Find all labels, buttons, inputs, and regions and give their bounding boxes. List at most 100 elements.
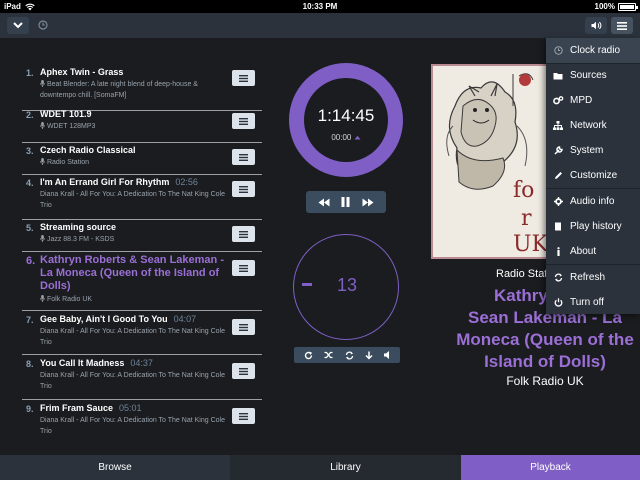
total-time[interactable]: 00:00 — [304, 133, 388, 142]
queue-title-text: You Call It Madness — [40, 358, 125, 368]
hamburger-icon — [239, 74, 248, 82]
refresh-icon — [554, 273, 562, 282]
single-button[interactable] — [365, 351, 373, 360]
playback-modes — [294, 347, 400, 363]
queue-subtitle: Diana Krall - All For You: A Dedication … — [40, 372, 225, 390]
bottom-tab-bar: Browse Library Playback — [0, 455, 640, 480]
menu-item-label: Play history — [570, 221, 622, 232]
menu-item-label: MPD — [570, 95, 593, 106]
queue-item-menu-button[interactable] — [232, 408, 255, 424]
queue-title: Aphex Twin - Grass — [40, 67, 230, 78]
queue-item[interactable]: 7. Gee Baby, Ain't I Good To You 04:07 Di… — [22, 311, 262, 355]
hamburger-icon — [239, 185, 248, 193]
queue-title-text: Frim Fram Sauce — [40, 403, 114, 413]
tab-playback[interactable]: Playback — [461, 455, 640, 480]
microphone-icon — [40, 235, 45, 242]
hamburger-icon — [239, 323, 248, 331]
menu-item-refresh[interactable]: Refresh — [546, 265, 640, 290]
queue-item[interactable]: 2. WDET 101.9 WDET 128MP3 — [22, 109, 262, 143]
now-playing-label: Radio Stat — [496, 268, 548, 280]
caret-up-icon — [354, 135, 361, 140]
queue-number: 6. — [26, 255, 36, 267]
tab-library[interactable]: Library — [230, 455, 461, 480]
gear-icon — [553, 197, 563, 206]
repeat-icon — [304, 351, 312, 359]
total-time-text: 00:00 — [331, 133, 352, 142]
hamburger-icon — [239, 117, 248, 125]
shuffle-button[interactable] — [324, 351, 334, 359]
elapsed-time: 1:14:45 — [317, 106, 375, 125]
queue-item-menu-button[interactable] — [232, 113, 255, 129]
queue-number: 4. — [26, 178, 34, 188]
menu-item-customize[interactable]: Customize — [546, 163, 640, 188]
volume-down-button[interactable] — [384, 351, 390, 359]
queue-item-menu-button[interactable] — [232, 363, 255, 379]
info-icon — [556, 247, 560, 256]
consume-button[interactable] — [345, 351, 354, 360]
book-icon — [554, 222, 561, 231]
queue-number: 1. — [26, 68, 34, 78]
menu-item-play-history[interactable]: Play history — [546, 214, 640, 239]
chevron-down-icon — [13, 22, 23, 29]
clock-icon[interactable] — [38, 20, 48, 30]
queue-item-menu-button[interactable] — [232, 181, 255, 197]
queue-item-menu-button[interactable] — [232, 226, 255, 242]
previous-button[interactable] — [318, 198, 330, 207]
queue-number: 9. — [26, 404, 34, 414]
queue-title-text: Gee Baby, Ain't I Good To You — [40, 314, 168, 324]
cover-text-2: r — [521, 206, 532, 231]
menu-item-system[interactable]: System — [546, 138, 640, 163]
queue-item[interactable]: 4. I'm An Errand Girl For Rhythm 02:56 Di… — [22, 175, 262, 220]
queue-title: Kathryn Roberts & Sean Lakeman - La Mone… — [40, 254, 230, 293]
menu-item-turn-off[interactable]: Turn off — [546, 290, 640, 315]
album-cover: fo r UK — [431, 64, 551, 259]
queue-title: WDET 101.9 — [40, 109, 230, 120]
queue-subtitle: Jazz 88.3 FM - KSDS — [40, 234, 230, 245]
menu-item-about[interactable]: About — [546, 239, 640, 264]
queue-item[interactable]: 3. Czech Radio Classical Radio Station — [22, 143, 262, 175]
queue-item-menu-button[interactable] — [232, 260, 255, 276]
network-icon — [553, 121, 563, 130]
progress-ring[interactable]: 1:14:45 00:00 — [289, 63, 403, 177]
menu-item-label: Customize — [570, 170, 618, 181]
hamburger-icon — [239, 412, 248, 420]
volume-knob[interactable]: 13 — [293, 234, 399, 340]
queue-title-text: Streaming source — [40, 222, 117, 232]
menu-item-sources[interactable]: Sources — [546, 63, 640, 88]
queue-item[interactable]: 8. You Call It Madness 04:37 Diana Krall … — [22, 355, 262, 400]
queue-item-menu-button[interactable] — [232, 70, 255, 86]
queue-item[interactable]: 5. Streaming source Jazz 88.3 FM - KSDS — [22, 220, 262, 252]
pause-button[interactable] — [341, 197, 350, 207]
collapse-button[interactable] — [7, 17, 29, 34]
queue-duration: 05:01 — [119, 403, 142, 413]
queue-item[interactable]: 9. Frim Fram Sauce 05:01 Diana Krall - Al… — [22, 400, 262, 444]
queue-title-text: WDET 101.9 — [40, 109, 92, 119]
queue-item[interactable]: 1. Aphex Twin - Grass Beat Blender: A la… — [22, 62, 262, 111]
menu-item-mpd[interactable]: MPD — [546, 88, 640, 113]
volume-button[interactable] — [585, 17, 607, 34]
queue-item-menu-button[interactable] — [232, 149, 255, 165]
menu-button[interactable] — [611, 17, 633, 34]
queue-duration: 04:07 — [173, 314, 197, 324]
rewind-icon — [318, 198, 330, 206]
menu-item-network[interactable]: Network — [546, 113, 640, 138]
menu-item-clock-radio[interactable]: Clock radio — [546, 38, 640, 63]
tab-browse[interactable]: Browse — [0, 455, 230, 480]
queue-subtitle: Radio Station — [40, 157, 230, 168]
pause-icon — [341, 197, 350, 207]
repeat-button[interactable] — [304, 351, 313, 360]
queue-item-menu-button[interactable] — [232, 319, 255, 335]
menu-item-audio-info[interactable]: Audio info — [546, 189, 640, 214]
hamburger-icon — [239, 264, 248, 272]
queue-item-active[interactable]: 6. Kathryn Roberts & Sean Lakeman - La M… — [22, 252, 262, 311]
volume-level: 13 — [336, 275, 358, 295]
menu-item-label: About — [570, 246, 597, 257]
next-button[interactable] — [362, 198, 374, 207]
queue-number: 5. — [26, 223, 34, 233]
queue-subtitle-text: WDET 128MP3 — [46, 123, 96, 130]
queue-title: Frim Fram Sauce 05:01 — [40, 403, 230, 414]
queue-subtitle: WDET 128MP3 — [40, 121, 230, 132]
shuffle-icon — [324, 351, 333, 359]
queue-title: You Call It Madness 04:37 — [40, 358, 230, 369]
battery-icon — [618, 2, 638, 11]
